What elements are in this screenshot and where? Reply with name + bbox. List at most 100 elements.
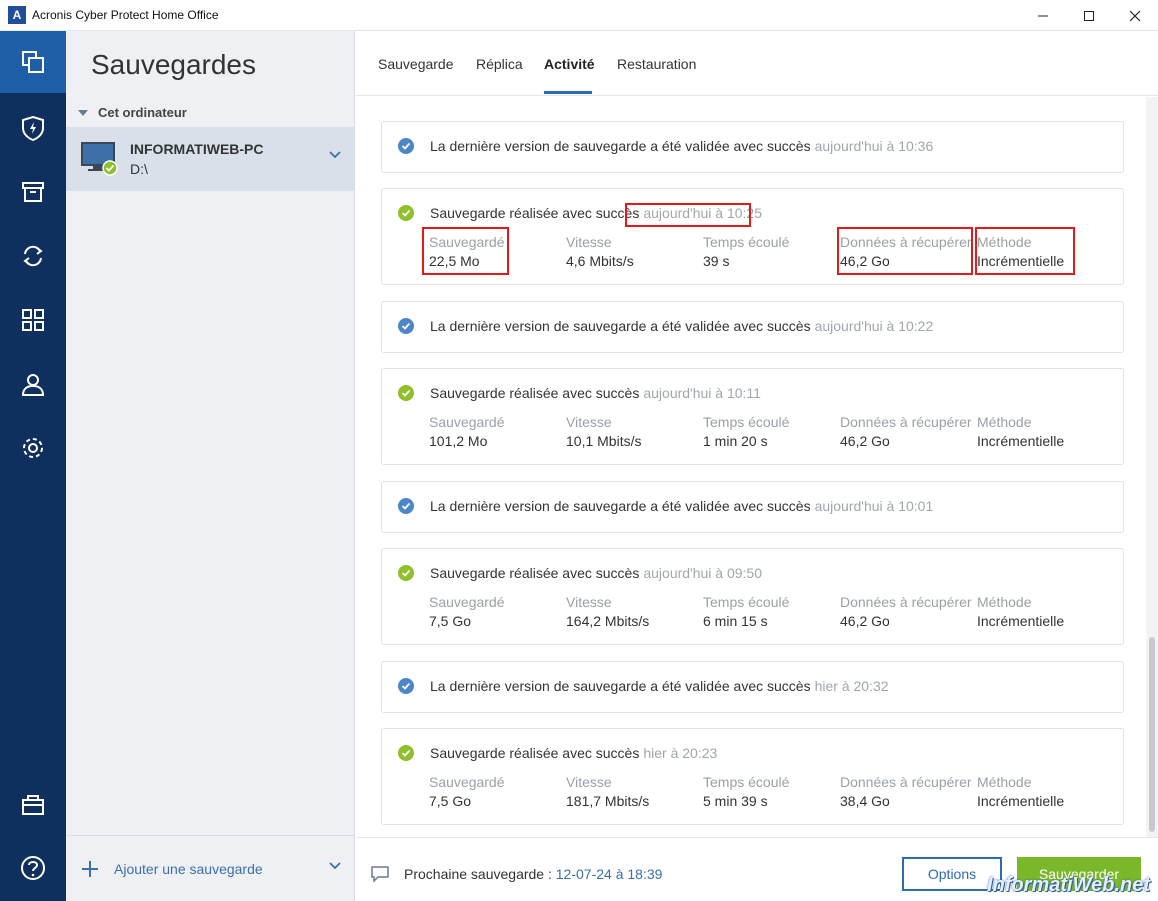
activity-header: La dernière version de sauvegarde a été … <box>398 318 933 334</box>
activity-header: Sauvegarde réalisée avec succès hier à 20… <box>398 745 717 761</box>
chevron-down-icon[interactable] <box>329 151 341 159</box>
backup-details: Sauvegardé 101,2 Mo Vitesse 10,1 Mbits/s Tem… <box>429 413 1114 451</box>
rail-archive[interactable] <box>0 161 66 223</box>
check-circle-icon <box>398 138 414 154</box>
activity-header: La dernière version de sauvegarde a été … <box>398 138 933 154</box>
backup-details: Sauvegardé 7,5 Go Vitesse 164,2 Mbits/s Temp… <box>429 593 1114 631</box>
validation-activity-card: La dernière version de sauvegarde a été … <box>381 661 1124 713</box>
tools-grid-icon <box>22 309 44 331</box>
detail-value: 181,7 Mbits/s <box>566 793 650 809</box>
account-icon <box>21 374 45 396</box>
detail-method: Méthode Incrémentielle <box>977 413 1114 451</box>
detail-value: 4,6 Mbits/s <box>566 253 634 269</box>
activity-message: Sauvegarde réalisée avec succès <box>430 745 640 761</box>
validation-activity-card: La dernière version de sauvegarde a été … <box>381 481 1124 533</box>
detail-label: Vitesse <box>566 234 612 250</box>
activity-message: Sauvegarde réalisée avec succès <box>430 205 640 221</box>
detail-label: Sauvegardé <box>429 594 505 610</box>
minimize-button[interactable] <box>1020 0 1066 31</box>
sync-icon <box>23 245 43 267</box>
detail-value: 39 s <box>703 253 730 269</box>
detail-value: 46,2 Go <box>840 613 890 629</box>
activity-time: aujourd'hui à 09:50 <box>643 565 763 581</box>
tab-sauvegarde[interactable]: Sauvegarde <box>378 56 454 72</box>
detail-value: Incrémentielle <box>977 253 1065 269</box>
window-title: Acronis Cyber Protect Home Office <box>32 8 219 22</box>
activity-time: aujourd'hui à 10:11 <box>643 385 761 401</box>
detail-label: Sauvegardé <box>429 414 505 430</box>
close-icon <box>1129 10 1141 21</box>
detail-value: 5 min 39 s <box>703 793 768 809</box>
detail-data-to-recover: Données à récupérer 46,2 Go <box>840 233 977 271</box>
navigation-rail <box>0 31 66 901</box>
main-panel: Sauvegarde Réplica Activité Restauration… <box>356 31 1158 901</box>
rail-help[interactable] <box>0 837 66 899</box>
activity-header: Sauvegarde réalisée avec succès aujourd'h… <box>398 565 762 581</box>
rail-backup[interactable] <box>0 31 66 93</box>
tab-restauration[interactable]: Restauration <box>617 56 696 72</box>
add-backup-label: Ajouter une sauvegarde <box>114 860 263 877</box>
chat-bubble-icon <box>371 866 389 883</box>
section-this-computer[interactable]: Cet ordinateur <box>78 105 187 120</box>
detail-value: 7,5 Go <box>429 793 472 809</box>
detail-label: Méthode <box>977 774 1032 790</box>
activity-header: La dernière version de sauvegarde a été … <box>398 678 889 694</box>
rail-tools[interactable] <box>0 289 66 351</box>
rail-settings[interactable] <box>0 417 66 479</box>
detail-data-to-recover: Données à récupérer 46,2 Go <box>840 413 977 451</box>
sidebar-title: Sauvegardes <box>91 49 257 80</box>
detail-label: Vitesse <box>566 414 612 430</box>
detail-backed-up: Sauvegardé 7,5 Go <box>429 593 566 631</box>
activity-time: hier à 20:32 <box>814 678 889 694</box>
maximize-button[interactable] <box>1066 0 1112 31</box>
detail-method: Méthode Incrémentielle <box>977 593 1114 631</box>
source-path: D:\ <box>130 161 148 177</box>
rail-protection[interactable] <box>0 97 66 159</box>
next-backup-info: Prochaine sauvegarde : 12-07-24 à 18:39 <box>404 866 662 882</box>
detail-data-to-recover: Données à récupérer 38,4 Go <box>840 773 977 811</box>
backup-activity-card: Sauvegarde réalisée avec succès aujourd'h… <box>381 368 1124 465</box>
title-bar: A Acronis Cyber Protect Home Office <box>0 0 1158 31</box>
detail-speed: Vitesse 4,6 Mbits/s <box>566 233 703 271</box>
backup-source-item[interactable]: INFORMATIWEB-PC D:\ <box>66 127 355 191</box>
backup-details: Sauvegardé 22,5 Mo Vitesse 4,6 Mbits/s Temps… <box>429 233 1114 271</box>
activity-scrollbar[interactable] <box>1146 97 1158 837</box>
close-button[interactable] <box>1112 0 1158 31</box>
activity-list: La dernière version de sauvegarde a été … <box>356 97 1146 837</box>
activity-message: La dernière version de sauvegarde a été … <box>430 678 811 694</box>
detail-elapsed: Temps écoulé 1 min 20 s <box>703 413 840 451</box>
detail-value: Incrémentielle <box>977 613 1065 629</box>
acronis-logo-icon: A <box>8 6 26 24</box>
detail-label: Données à récupérer <box>840 234 972 250</box>
next-backup-value[interactable]: 12-07-24 à 18:39 <box>556 866 663 882</box>
check-circle-icon <box>398 385 414 401</box>
detail-value: 6 min 15 s <box>703 613 768 629</box>
detail-label: Vitesse <box>566 594 612 610</box>
add-backup-row[interactable]: Ajouter une sauvegarde <box>66 835 355 901</box>
activity-message: Sauvegarde réalisée avec succès <box>430 565 640 581</box>
rail-sync[interactable] <box>0 225 66 287</box>
detail-value: 164,2 Mbits/s <box>566 613 650 629</box>
help-icon <box>21 856 45 880</box>
store-bag-icon <box>22 795 44 815</box>
plus-icon <box>82 860 98 877</box>
chevron-down-icon[interactable] <box>329 862 341 870</box>
detail-value: 22,5 Mo <box>429 253 480 269</box>
rail-store[interactable] <box>0 773 66 835</box>
detail-value: Incrémentielle <box>977 433 1065 449</box>
rail-account[interactable] <box>0 353 66 415</box>
tab-bar: Sauvegarde Réplica Activité Restauration <box>356 31 1158 96</box>
detail-label: Données à récupérer <box>840 414 972 430</box>
watermark: InformatiWeb.net <box>987 874 1150 896</box>
scrollbar-thumb[interactable] <box>1149 637 1155 832</box>
detail-speed: Vitesse 164,2 Mbits/s <box>566 593 703 631</box>
detail-label: Sauvegardé <box>429 774 505 790</box>
detail-value: 46,2 Go <box>840 433 890 449</box>
detail-label: Données à récupérer <box>840 774 972 790</box>
detail-label: Temps écoulé <box>703 234 790 250</box>
archive-icon <box>22 182 44 202</box>
tab-activite[interactable]: Activité <box>544 56 595 72</box>
tab-replica[interactable]: Réplica <box>476 56 523 72</box>
detail-label: Vitesse <box>566 774 612 790</box>
check-circle-icon <box>398 318 414 334</box>
